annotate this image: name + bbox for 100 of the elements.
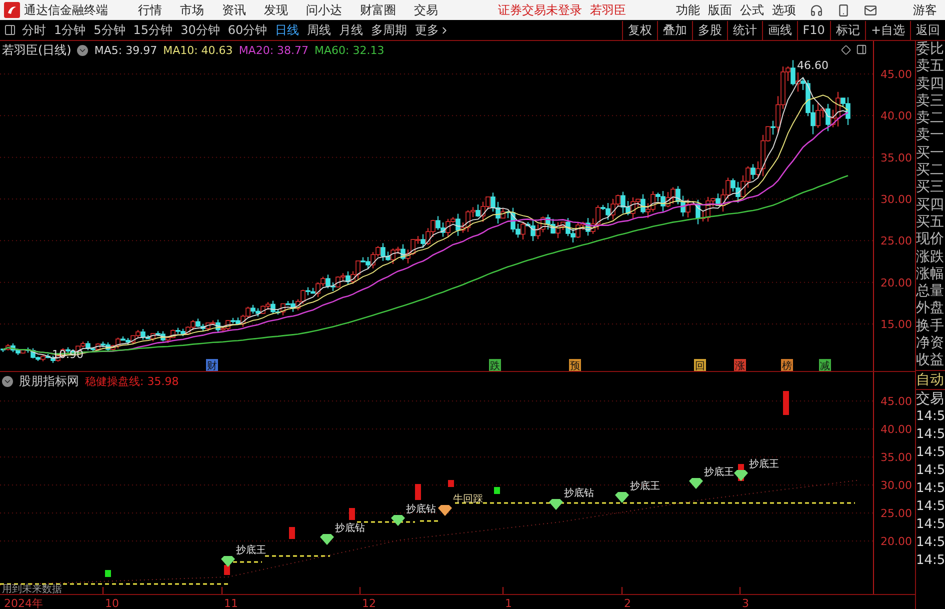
login-status: 证券交易未登录 — [498, 2, 582, 18]
axis-label: 20.00 — [880, 535, 912, 548]
high-price-label: 46.60 — [797, 59, 828, 72]
signal-bar — [349, 508, 355, 520]
event-tag[interactable]: 回 — [694, 359, 706, 371]
quote-field-label: 买三 — [916, 179, 945, 197]
guest-label[interactable]: 游客 — [913, 2, 937, 18]
toolbar-button[interactable]: +自选 — [864, 20, 910, 40]
tick-time: 14:5 — [916, 444, 945, 462]
ma-value: MA60: 32.13 — [314, 44, 384, 56]
period-tab[interactable]: 60分钟 — [228, 22, 268, 38]
tool-menu-item[interactable]: 选项 — [772, 2, 796, 18]
period-tab[interactable]: 周线 — [307, 22, 332, 38]
bull-signal-icon — [438, 505, 452, 516]
menu-item[interactable]: 市场 — [180, 2, 204, 18]
chart-title: 若羽臣(日线) — [2, 42, 72, 58]
toolbar-button[interactable]: F10 — [796, 20, 830, 40]
signal-label: 抄底钻 — [406, 504, 436, 515]
period-tab[interactable]: 30分钟 — [180, 22, 220, 38]
menu-item[interactable]: 交易 — [414, 2, 438, 18]
toolbar-button[interactable]: 画线 — [762, 20, 797, 40]
quote-field-label: 净资 — [916, 335, 945, 352]
quote-field-label: 卖四 — [916, 76, 945, 93]
axis-label: 30.00 — [880, 193, 912, 206]
toolbar-button[interactable]: 多股 — [692, 20, 727, 40]
quote-field-label: 外盘 — [916, 300, 945, 318]
toolbar-button[interactable]: 标记 — [830, 20, 865, 40]
event-tag[interactable]: 榜 — [781, 359, 793, 371]
signal-label: 抄底王 — [236, 545, 266, 556]
tool-menu-item[interactable]: 版面 — [708, 2, 732, 18]
period-tab[interactable]: 1分钟 — [54, 22, 86, 38]
menu-item[interactable]: 行情 — [138, 2, 162, 18]
toolbar-button[interactable]: 统计 — [726, 20, 762, 40]
event-tag[interactable]: 涨 — [734, 359, 746, 371]
signal-label: 抄底钻 — [335, 523, 365, 534]
tick-time: 14:5 — [916, 498, 945, 516]
signal-bar — [289, 527, 295, 539]
event-tag[interactable]: 预 — [569, 359, 581, 371]
axis-label: 30.00 — [880, 479, 912, 492]
tick-time: 14:5 — [916, 426, 945, 444]
signal-bar — [415, 484, 421, 500]
quote-field-label: 买二 — [916, 162, 945, 180]
dropdown-icon[interactable] — [2, 376, 13, 386]
period-tab[interactable]: 月线 — [339, 22, 364, 38]
diamond-icon — [689, 478, 703, 489]
signal-bar — [105, 570, 111, 577]
axis-label: 45.00 — [880, 395, 912, 408]
period-tab[interactable]: 日线 — [275, 22, 300, 38]
diamond-icon — [221, 556, 235, 567]
phone-icon[interactable] — [837, 4, 850, 16]
panel-icon[interactable] — [856, 44, 867, 55]
tool-menu-item[interactable]: 功能 — [676, 2, 700, 18]
axis-label: 40.00 — [880, 110, 912, 123]
event-tag[interactable]: 减 — [819, 359, 831, 371]
menu-item[interactable]: 资讯 — [222, 2, 246, 18]
quote-field-label: 买四 — [916, 196, 945, 214]
mail-icon[interactable] — [864, 4, 877, 16]
axis-label: 40.00 — [880, 423, 912, 436]
tick-time: 14:5 — [916, 534, 945, 552]
period-tab[interactable]: 5分钟 — [94, 22, 126, 38]
signal-label: 牛回踩 — [453, 494, 483, 505]
ma-value: MA10: 40.63 — [163, 44, 233, 56]
axis-label: 15.00 — [880, 318, 912, 332]
toolbar-button[interactable]: 复权 — [622, 20, 657, 40]
headset-icon[interactable] — [810, 4, 823, 16]
diamond-icon[interactable] — [841, 45, 851, 55]
diamond-icon — [734, 470, 748, 481]
time-axis-label: 2 — [624, 597, 631, 609]
trade-label[interactable]: 交易 — [916, 388, 945, 408]
trade-label[interactable]: 自动 — [916, 370, 945, 389]
quote-field-label: 卖二 — [916, 110, 945, 128]
dropdown-icon[interactable] — [77, 44, 88, 56]
indicator-value: 稳健操盘线: 35.98 — [85, 374, 179, 388]
tool-menu-item[interactable]: 公式 — [740, 2, 764, 18]
tick-time: 14:5 — [916, 480, 945, 498]
axis-label: 35.00 — [880, 451, 912, 464]
menu-item[interactable]: 问小达 — [306, 2, 342, 18]
event-tag[interactable]: 跌 — [489, 359, 501, 371]
panel-toggle-icon[interactable] — [4, 24, 16, 36]
quote-field-label: 收益 — [916, 352, 945, 370]
menu-item[interactable]: 发现 — [264, 2, 288, 18]
axis-label: 25.00 — [880, 507, 912, 520]
support-line — [357, 521, 415, 523]
axis-label: 25.00 — [880, 234, 912, 248]
toolbar-button[interactable]: 返回 — [910, 20, 945, 40]
more-tab[interactable]: 更多 — [415, 22, 440, 38]
period-tab[interactable]: 15分钟 — [133, 22, 173, 38]
axis-label: 45.00 — [880, 68, 912, 81]
menu-item[interactable]: 财富圈 — [360, 2, 396, 18]
quote-field-label: 卖五 — [916, 58, 945, 76]
event-tag[interactable]: 财 — [206, 359, 218, 371]
diamond-icon — [615, 492, 629, 503]
period-tab[interactable]: 分时 — [22, 22, 46, 38]
future-data-note: 用到未来数据 — [2, 584, 62, 594]
signal-label: 抄底王 — [704, 467, 734, 478]
period-tab[interactable]: 多周期 — [371, 22, 408, 38]
toolbar-button[interactable]: 叠加 — [656, 20, 692, 40]
diamond-icon — [391, 515, 405, 526]
quote-field-label: 卖一 — [916, 127, 945, 145]
time-axis-label: 10 — [105, 597, 119, 609]
